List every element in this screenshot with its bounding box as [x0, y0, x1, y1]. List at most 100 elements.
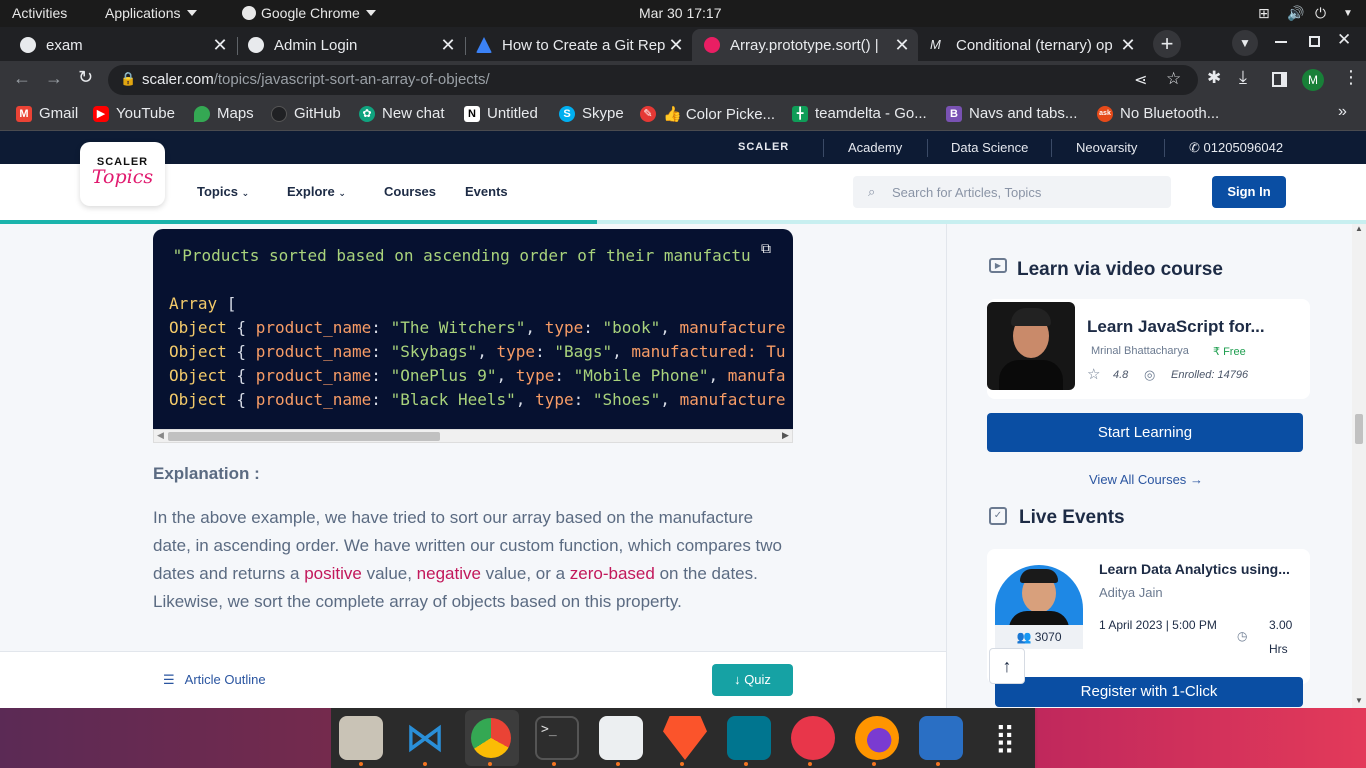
- code-horizontal-scrollbar[interactable]: ◀ ▶: [153, 429, 793, 443]
- clock[interactable]: Mar 30 17:17: [639, 5, 722, 21]
- event-duration: 3.00 Hrs: [1269, 618, 1293, 656]
- scroll-to-top-button[interactable]: ↑: [989, 648, 1025, 684]
- bookmark-untitled[interactable]: N Untitled: [464, 105, 538, 122]
- applications-menu[interactable]: Applications: [105, 5, 197, 21]
- bookmark-no-bluetooth[interactable]: ask No Bluetooth...: [1097, 105, 1219, 122]
- tab-git-repo[interactable]: How to Create a Git Rep ✕: [464, 29, 692, 61]
- download-icon[interactable]: ⤓: [1239, 67, 1247, 88]
- running-indicator: [616, 762, 620, 766]
- share-icon[interactable]: ⋖: [1134, 70, 1147, 90]
- firefox-icon[interactable]: [855, 716, 899, 760]
- sign-in-button[interactable]: Sign In: [1212, 176, 1286, 208]
- bookmark-skype[interactable]: S Skype: [559, 105, 624, 122]
- power-icon[interactable]: ⏻: [1315, 5, 1326, 22]
- back-icon[interactable]: ←: [13, 68, 31, 89]
- extensions-icon[interactable]: ✱: [1207, 68, 1221, 88]
- scrollbar-thumb[interactable]: [168, 432, 440, 441]
- start-learning-button[interactable]: Start Learning: [987, 413, 1303, 452]
- bookmark-label: New chat: [382, 105, 445, 122]
- code-token: {: [226, 366, 256, 385]
- bookmark-gmail[interactable]: M Gmail: [16, 105, 78, 122]
- nav-topics[interactable]: Topics ⌄: [197, 184, 249, 199]
- bookmark-label: Maps: [217, 105, 254, 122]
- forward-icon[interactable]: →: [45, 68, 63, 89]
- nav-events[interactable]: Events: [465, 184, 508, 199]
- terminal-icon[interactable]: >_: [535, 716, 579, 760]
- tab-strip: exam ✕ Admin Login ✕ How to Create a Git…: [0, 27, 1366, 61]
- menu-kebab-icon[interactable]: ⋮: [1342, 67, 1360, 88]
- page-vertical-scrollbar[interactable]: ▲ ▼: [1352, 224, 1366, 708]
- close-icon[interactable]: ✕: [438, 35, 458, 56]
- code-token: type: [515, 366, 555, 385]
- volume-icon[interactable]: 🔊: [1287, 5, 1304, 22]
- scroll-left-icon[interactable]: ◀: [157, 430, 164, 441]
- link-neovarsity[interactable]: Neovarsity: [1076, 140, 1137, 155]
- event-card[interactable]: 👥 3070 Learn Data Analytics using... Adi…: [987, 549, 1310, 684]
- close-icon[interactable]: ✕: [1118, 35, 1138, 56]
- search-input[interactable]: ⌕ Search for Articles, Topics: [853, 176, 1171, 208]
- new-tab-button[interactable]: +: [1153, 30, 1181, 58]
- nav-courses[interactable]: Courses: [384, 184, 436, 199]
- close-icon[interactable]: ✕: [666, 35, 686, 56]
- tab-search-chevron-icon[interactable]: ▼: [1232, 30, 1258, 56]
- bookmark-youtube[interactable]: ▶ YouTube: [93, 105, 175, 122]
- network-icon[interactable]: ⊞: [1258, 5, 1270, 22]
- close-icon[interactable]: ✕: [210, 35, 230, 56]
- scroll-up-icon[interactable]: ▲: [1355, 224, 1363, 233]
- tab-admin-login[interactable]: Admin Login ✕: [236, 29, 464, 61]
- host-photo: [995, 565, 1083, 625]
- bookmark-new-chat[interactable]: ✿ New chat: [359, 105, 445, 122]
- view-all-courses-link[interactable]: View All Courses →: [1089, 472, 1203, 487]
- nav-explore[interactable]: Explore ⌄: [287, 184, 346, 199]
- link-data-science[interactable]: Data Science: [951, 140, 1028, 155]
- more-bookmarks-icon[interactable]: »: [1338, 103, 1347, 121]
- window-close-icon[interactable]: ✕: [1337, 30, 1351, 50]
- address-bar[interactable]: 🔒 scaler.com/topics/javascript-sort-an-a…: [108, 65, 1198, 95]
- link-academy[interactable]: Academy: [848, 140, 902, 155]
- scroll-down-icon[interactable]: ▼: [1355, 696, 1363, 705]
- app-grid-icon[interactable]: ⣿: [983, 716, 1027, 760]
- chevron-down-icon: [365, 10, 376, 16]
- scaler-brand[interactable]: SCALER: [738, 141, 789, 153]
- bookmark-maps[interactable]: Maps: [194, 105, 254, 122]
- scroll-right-icon[interactable]: ▶: [782, 430, 789, 441]
- bookmark-label: Gmail: [39, 105, 79, 122]
- profile-avatar[interactable]: M: [1302, 69, 1324, 91]
- register-button[interactable]: Register with 1-Click: [995, 677, 1303, 707]
- copy-icon[interactable]: ⧉: [761, 241, 779, 259]
- scaler-topics-logo[interactable]: SCALER Topics: [80, 142, 165, 206]
- code-token: {: [226, 318, 256, 337]
- bookmark-star-icon[interactable]: ☆: [1166, 69, 1181, 89]
- chrome-icon[interactable]: [471, 718, 511, 758]
- bookmark-navs-tabs[interactable]: B Navs and tabs...: [946, 105, 1077, 122]
- article-outline-button[interactable]: ☰ Article Outline: [163, 672, 266, 688]
- activities-button[interactable]: Activities: [12, 5, 67, 21]
- system-menu-chevron-icon[interactable]: ▼: [1343, 8, 1353, 19]
- chat-app-icon[interactable]: [791, 716, 835, 760]
- bookmark-teamdelta[interactable]: ╋ teamdelta - Go...: [792, 105, 927, 122]
- brave-icon[interactable]: [663, 716, 707, 760]
- reload-icon[interactable]: ↻: [78, 67, 93, 88]
- tab-exam[interactable]: exam ✕: [8, 29, 236, 61]
- minimize-icon[interactable]: [1275, 41, 1287, 43]
- document-viewer-icon[interactable]: [599, 716, 643, 760]
- close-icon[interactable]: ✕: [892, 35, 912, 56]
- bookmark-github[interactable]: GitHub: [271, 105, 341, 122]
- quiz-button[interactable]: ↓ Quiz: [712, 664, 793, 696]
- side-panel-icon[interactable]: [1272, 72, 1287, 87]
- shirt-shape: [1009, 611, 1069, 625]
- globe-icon: [20, 37, 36, 53]
- bookmark-color-picker[interactable]: ✎ 👍 Color Picke...: [640, 105, 775, 123]
- scrollbar-thumb[interactable]: [1355, 414, 1363, 444]
- bookmark-label: YouTube: [116, 105, 175, 122]
- phone-link[interactable]: ✆ 01205096042: [1189, 140, 1283, 156]
- vscode-icon[interactable]: ⋈: [403, 716, 447, 760]
- tab-ternary[interactable]: M Conditional (ternary) op ✕: [918, 29, 1144, 61]
- libreoffice-writer-icon[interactable]: [919, 716, 963, 760]
- mysql-workbench-icon[interactable]: [727, 716, 771, 760]
- files-icon[interactable]: [339, 716, 383, 760]
- course-card[interactable]: Learn JavaScript for... Mrinal Bhattacha…: [987, 299, 1310, 399]
- tab-array-sort[interactable]: Array.prototype.sort() | ✕: [692, 29, 918, 61]
- app-menu[interactable]: Google Chrome: [242, 5, 376, 21]
- maximize-icon[interactable]: [1309, 36, 1320, 47]
